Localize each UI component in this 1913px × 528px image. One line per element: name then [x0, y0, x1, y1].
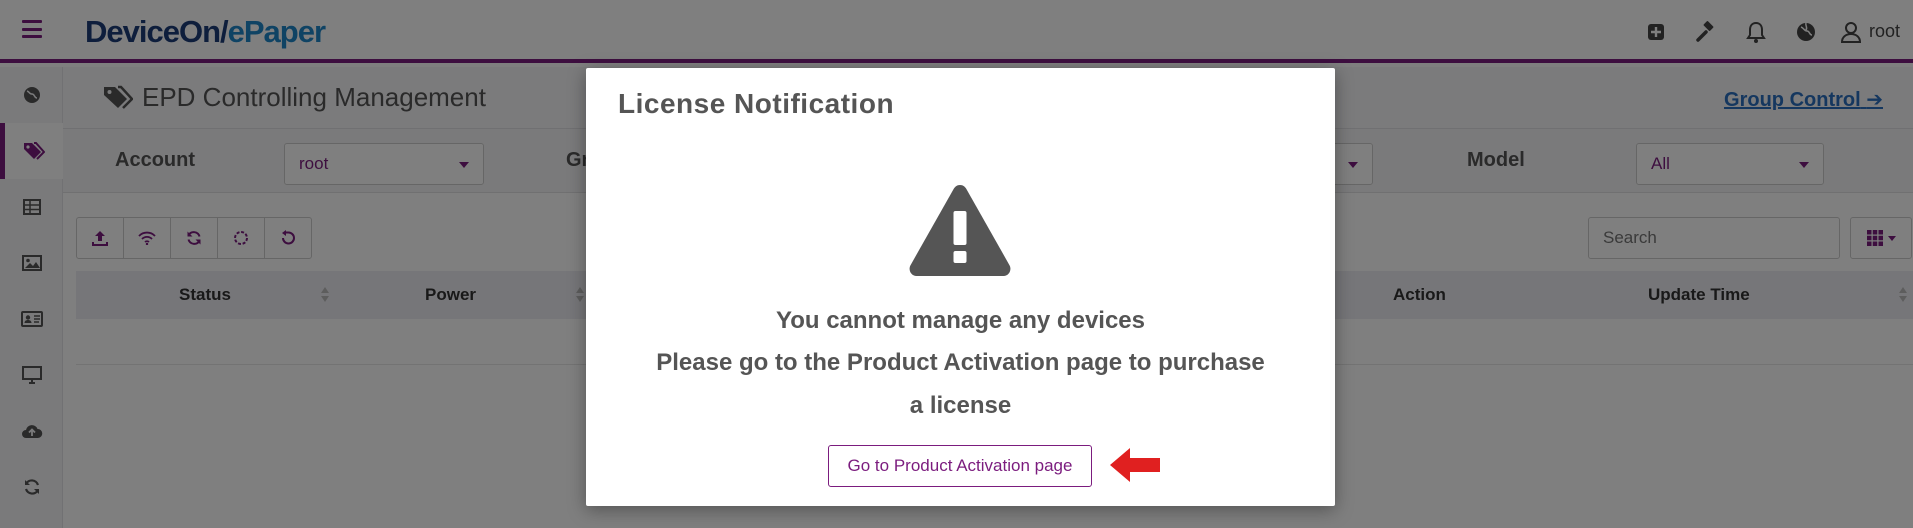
warning-icon [908, 183, 1012, 283]
modal-message-line-2: Please go to the Product Activation page… [656, 349, 1265, 376]
red-arrow-icon [1108, 444, 1162, 491]
license-notification-modal: License Notification You cannot manage a… [586, 68, 1335, 506]
go-to-product-activation-button[interactable]: Go to Product Activation page [828, 445, 1092, 487]
modal-message-line-1: You cannot manage any devices [775, 307, 1145, 334]
modal-message-line-3: a license [909, 392, 1012, 419]
modal-title: License Notification [618, 88, 895, 119]
